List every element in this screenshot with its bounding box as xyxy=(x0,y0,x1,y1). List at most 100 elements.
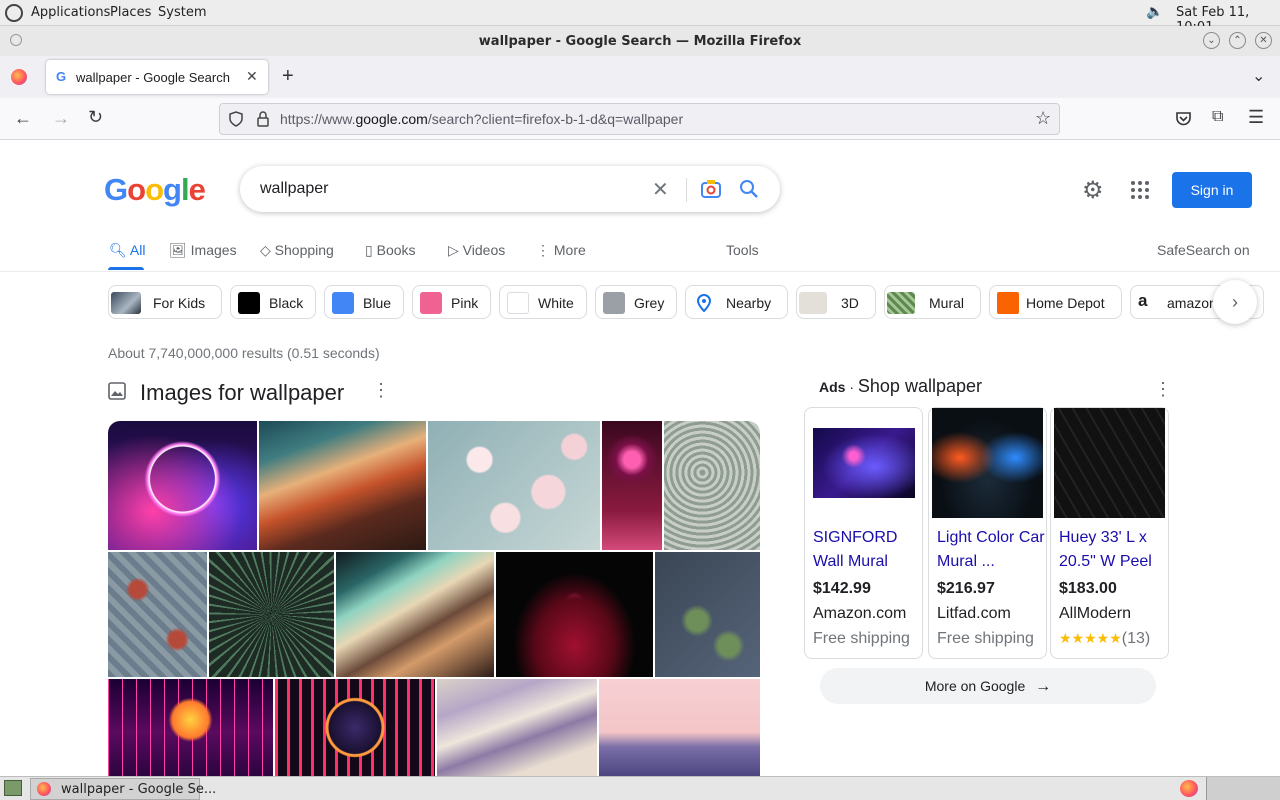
system-logo-icon[interactable] xyxy=(5,4,23,22)
image-result[interactable] xyxy=(275,679,435,776)
arrow-right-icon: → xyxy=(1035,678,1052,695)
chip-for-kids[interactable]: For Kids xyxy=(108,285,222,319)
chip-label: Grey xyxy=(634,295,665,311)
applications-menu[interactable]: Applications xyxy=(31,5,110,20)
search-input[interactable]: wallpaper xyxy=(260,180,328,198)
image-section-icon xyxy=(108,382,126,400)
image-result[interactable] xyxy=(259,421,426,550)
images-heading[interactable]: Images for wallpaper xyxy=(140,380,344,406)
tab-shopping[interactable]: ◇ Shopping xyxy=(260,242,334,259)
window-titlebar: wallpaper - Google Search — Mozilla Fire… xyxy=(0,26,1280,56)
forward-icon[interactable]: → xyxy=(52,108,70,129)
product-image[interactable] xyxy=(1054,408,1165,518)
new-tab-button[interactable]: + xyxy=(282,65,294,88)
url-text[interactable]: https://www.google.com/search?client=fir… xyxy=(280,111,683,127)
list-all-tabs-icon[interactable]: ⌄ xyxy=(1252,66,1265,86)
back-icon[interactable]: ← xyxy=(14,108,32,129)
chips-next-arrow-icon[interactable]: › xyxy=(1213,280,1257,324)
image-result[interactable] xyxy=(428,421,600,550)
product-title[interactable]: SIGNFORD Wall Mural xyxy=(813,526,921,574)
black-swatch xyxy=(238,292,260,314)
volume-icon[interactable]: 🔈 xyxy=(1146,4,1163,20)
product-price: $142.99 xyxy=(813,580,871,597)
image-result[interactable] xyxy=(655,552,760,677)
tab-images[interactable]: 🖼︎ Images xyxy=(169,242,237,259)
images-more-options-icon[interactable]: ⋮ xyxy=(372,380,390,401)
image-result[interactable] xyxy=(602,421,662,550)
product-image[interactable] xyxy=(813,428,915,498)
app-menu-icon[interactable]: ☰ xyxy=(1248,107,1264,128)
logo-letter: e xyxy=(188,172,206,207)
chip-home-depot[interactable]: Home Depot xyxy=(989,285,1122,319)
book-icon: ▯ xyxy=(365,242,373,258)
safesearch-button[interactable]: SafeSearch on xyxy=(1157,242,1250,258)
clear-search-icon[interactable]: ✕ xyxy=(652,177,669,202)
product-card[interactable]: SIGNFORD Wall Mural $142.99 Amazon.com F… xyxy=(804,407,923,659)
image-result[interactable] xyxy=(336,552,494,677)
chip-thumbnail xyxy=(887,292,915,314)
product-image[interactable] xyxy=(932,408,1043,518)
tab-google-search[interactable]: G wallpaper - Google Search ✕ xyxy=(46,60,268,94)
url-bar[interactable]: https://www.google.com/search?client=fir… xyxy=(219,103,1060,135)
url-domain: google.com xyxy=(355,111,428,127)
google-favicon-icon: G xyxy=(56,69,67,84)
taskbar-window-button[interactable]: wallpaper - Google Se... xyxy=(30,778,216,800)
system-menu[interactable]: System xyxy=(158,5,206,20)
chip-white[interactable]: White xyxy=(499,285,587,319)
chip-nearby[interactable]: Nearby xyxy=(685,285,788,319)
chip-mural[interactable]: Mural xyxy=(884,285,981,319)
minimize-button[interactable]: ⌄ xyxy=(1203,32,1220,49)
maximize-button[interactable]: ⌃ xyxy=(1229,32,1246,49)
bookmark-star-icon[interactable]: ☆ xyxy=(1035,108,1051,129)
chip-label: Blue xyxy=(363,295,392,311)
image-result[interactable] xyxy=(599,679,760,776)
chip-thumbnail xyxy=(799,292,827,314)
product-title[interactable]: Huey 33' L x 20.5" W Peel xyxy=(1059,526,1167,574)
chip-3d[interactable]: 3D xyxy=(796,285,876,319)
more-on-google-button[interactable]: More on Google → xyxy=(820,668,1156,704)
pocket-icon[interactable] xyxy=(1175,111,1192,127)
image-result[interactable] xyxy=(209,552,334,677)
firefox-tray-icon[interactable] xyxy=(1180,780,1198,797)
image-result[interactable] xyxy=(108,421,257,550)
shield-icon[interactable] xyxy=(228,111,244,127)
workspace-switcher[interactable] xyxy=(1206,777,1280,800)
image-result[interactable] xyxy=(496,552,653,677)
tools-button[interactable]: Tools xyxy=(726,242,759,258)
firefox-icon xyxy=(37,782,51,796)
image-result[interactable] xyxy=(108,552,207,677)
chip-black[interactable]: Black xyxy=(230,285,316,319)
chip-blue[interactable]: Blue xyxy=(324,285,404,319)
ads-more-options-icon[interactable]: ⋮ xyxy=(1154,379,1172,400)
camera-lens-icon[interactable] xyxy=(700,179,722,199)
settings-gear-icon[interactable]: ⚙ xyxy=(1082,176,1104,205)
extensions-icon[interactable]: ⧉ xyxy=(1212,108,1223,126)
google-logo[interactable]: Google xyxy=(104,172,206,208)
apps-grid-icon[interactable] xyxy=(1130,180,1150,200)
places-menu[interactable]: Places xyxy=(110,5,151,20)
search-divider xyxy=(686,178,687,202)
tab-videos[interactable]: ▷ Videos xyxy=(448,242,505,259)
close-tab-icon[interactable]: ✕ xyxy=(246,68,258,85)
tab-more[interactable]: ⋮ More xyxy=(536,242,586,259)
image-result[interactable] xyxy=(108,679,273,776)
image-result[interactable] xyxy=(664,421,760,550)
tab-all[interactable]: 🔍︎ All xyxy=(109,242,145,259)
product-title[interactable]: Light Color Car Mural ... xyxy=(937,526,1045,574)
close-window-button[interactable]: ✕ xyxy=(1255,32,1272,49)
reload-icon[interactable]: ↻ xyxy=(88,107,103,128)
firefox-view-icon[interactable] xyxy=(11,69,27,85)
sign-in-button[interactable]: Sign in xyxy=(1172,172,1252,208)
lock-icon[interactable] xyxy=(256,110,270,128)
chip-grey[interactable]: Grey xyxy=(595,285,677,319)
product-price: $216.97 xyxy=(937,580,995,597)
product-card[interactable]: Huey 33' L x 20.5" W Peel $183.00 AllMod… xyxy=(1050,407,1169,659)
chip-pink[interactable]: Pink xyxy=(412,285,491,319)
tab-books[interactable]: ▯ Books xyxy=(365,242,416,259)
show-desktop-icon[interactable] xyxy=(4,780,22,796)
search-box[interactable]: wallpaper ✕ xyxy=(240,166,780,212)
product-card[interactable]: Light Color Car Mural ... $216.97 Litfad… xyxy=(928,407,1047,659)
image-result[interactable] xyxy=(437,679,597,776)
tab-more-label: More xyxy=(553,242,586,258)
search-icon[interactable] xyxy=(739,179,759,199)
